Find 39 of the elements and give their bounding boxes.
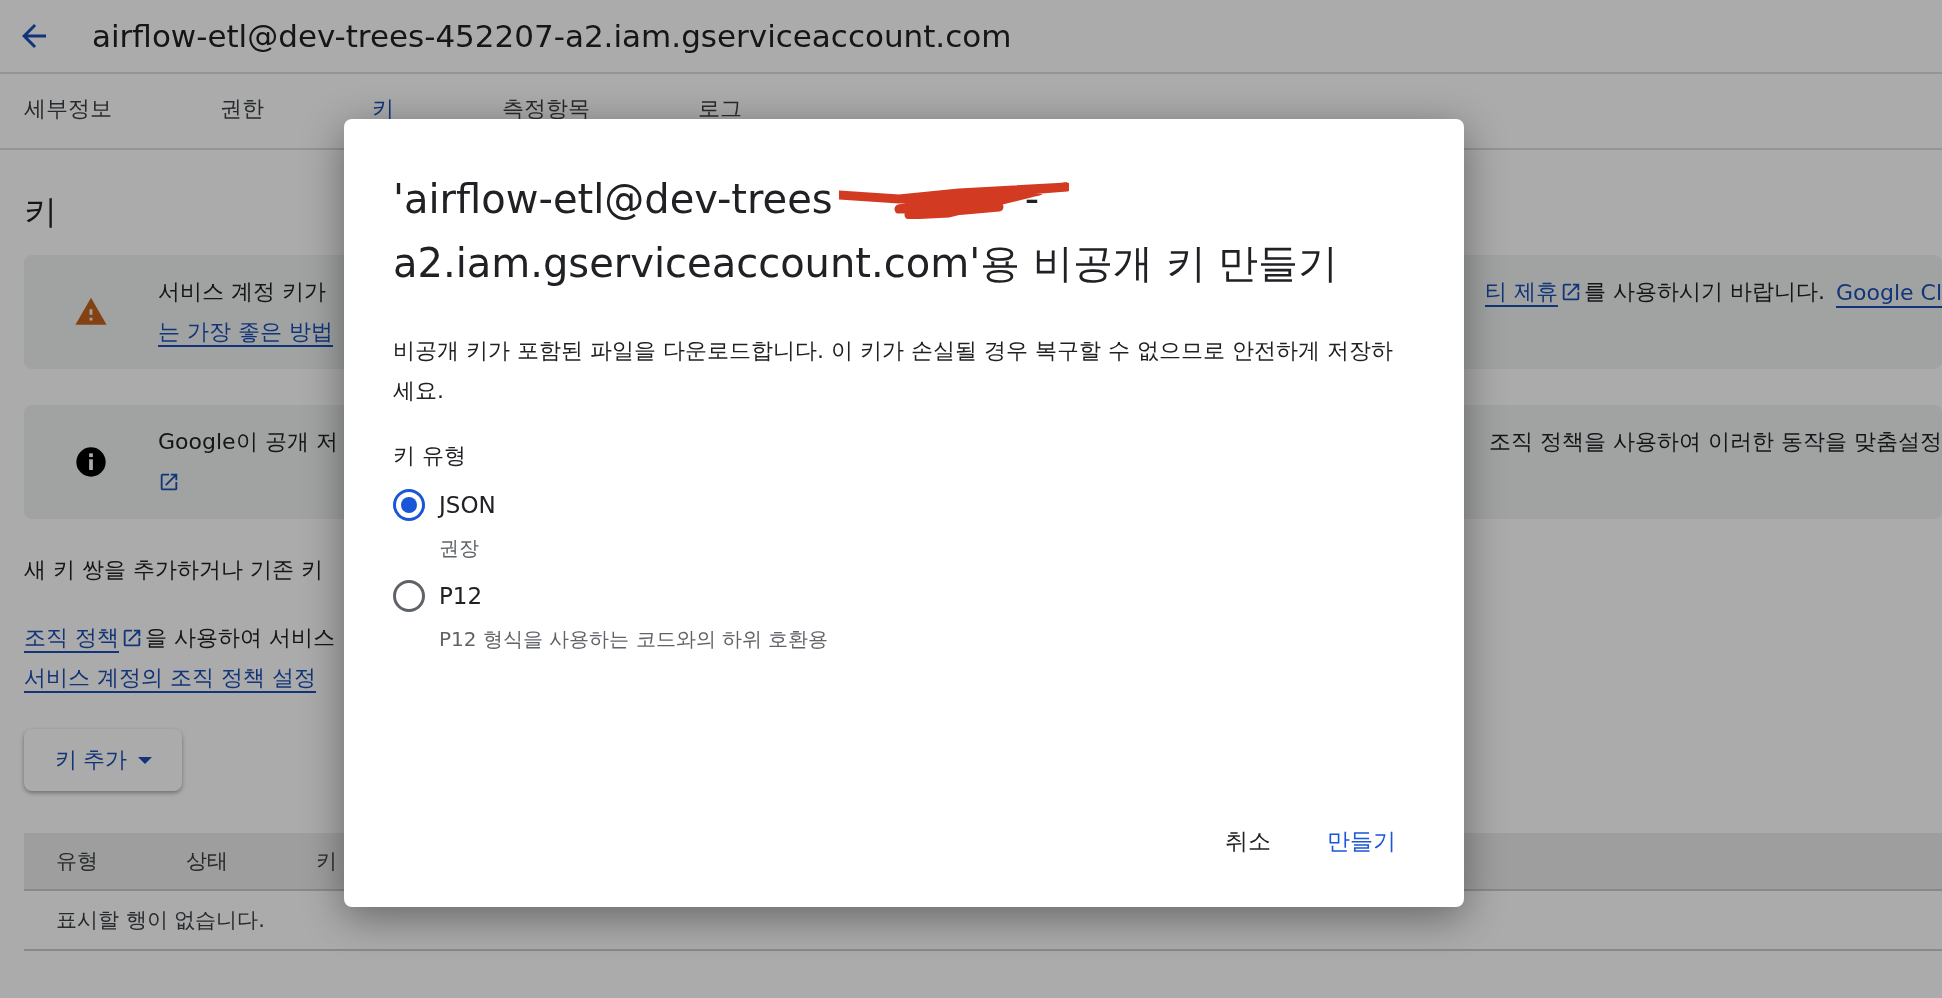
warning-text: 서비스 계정 키가	[158, 278, 326, 306]
column-header: 키	[316, 849, 337, 873]
docs-link[interactable]: 는 가장 좋은 방법	[158, 317, 333, 347]
create-button[interactable]: 만들기	[1309, 816, 1414, 867]
policy-text: 을 사용하여 서비스	[145, 624, 335, 652]
intro-text: 새 키 쌍을 추가하거나 기존 키	[24, 556, 324, 584]
field-label: 키 유형	[393, 442, 467, 470]
option-hint: 권장	[439, 535, 480, 562]
option-label: P12	[439, 582, 484, 611]
docs-link[interactable]: 티 제휴	[1484, 277, 1558, 307]
tab[interactable]: 측정항목	[478, 74, 614, 148]
dialog-description: 비공개 키가 포함된 파일을 다운로드합니다. 이 키가 손실될 경우 복구할 수 없으므로 안전하게 저장하세요.	[393, 337, 1394, 405]
dialog-title: -	[1024, 175, 1040, 224]
tab[interactable]: 세부정보	[0, 74, 136, 148]
option-label: JSON	[439, 491, 496, 520]
column-header: 유형	[56, 849, 98, 873]
page-title: airflow-etl@dev-trees-452207-a2.iam.gserviceaccount.com	[92, 18, 1012, 54]
add-key-button[interactable]: 키 추가	[24, 729, 182, 791]
dialog-title: 'airflow-etl@dev-trees	[393, 175, 833, 224]
info-text: Google이 공개 저	[158, 428, 338, 456]
section-heading: 키	[24, 191, 57, 233]
cancel-button[interactable]: 취소	[1207, 816, 1289, 867]
tab[interactable]: 로그	[674, 74, 766, 148]
warning-text: 를 사용하시기 바랍니다.	[1583, 278, 1825, 306]
column-header: 상태	[186, 849, 228, 873]
dialog-title: a2.iam.gserviceaccount.com'용 비공개 키 만들기	[393, 239, 1339, 288]
tab[interactable]: 권한	[196, 74, 288, 148]
policy-link[interactable]: 조직 정책	[24, 623, 119, 653]
radio-button[interactable]	[393, 580, 425, 612]
empty-table-message: 표시할 행이 없습니다.	[56, 907, 266, 934]
policy-link[interactable]: 서비스 계정의 조직 정책 설정	[24, 665, 316, 690]
radio-button[interactable]	[393, 489, 425, 521]
external-link-icon	[158, 471, 180, 493]
info-icon	[75, 446, 107, 478]
option-hint: P12 형식을 사용하는 코드와의 하위 호환용	[439, 626, 829, 653]
docs-link[interactable]: Google Cl	[1835, 279, 1942, 305]
info-text: 조직 정책을 사용하여 이러한 동작을 맞춤설정	[1489, 428, 1942, 456]
caret-icon	[137, 756, 152, 764]
external-link-icon	[121, 627, 143, 649]
